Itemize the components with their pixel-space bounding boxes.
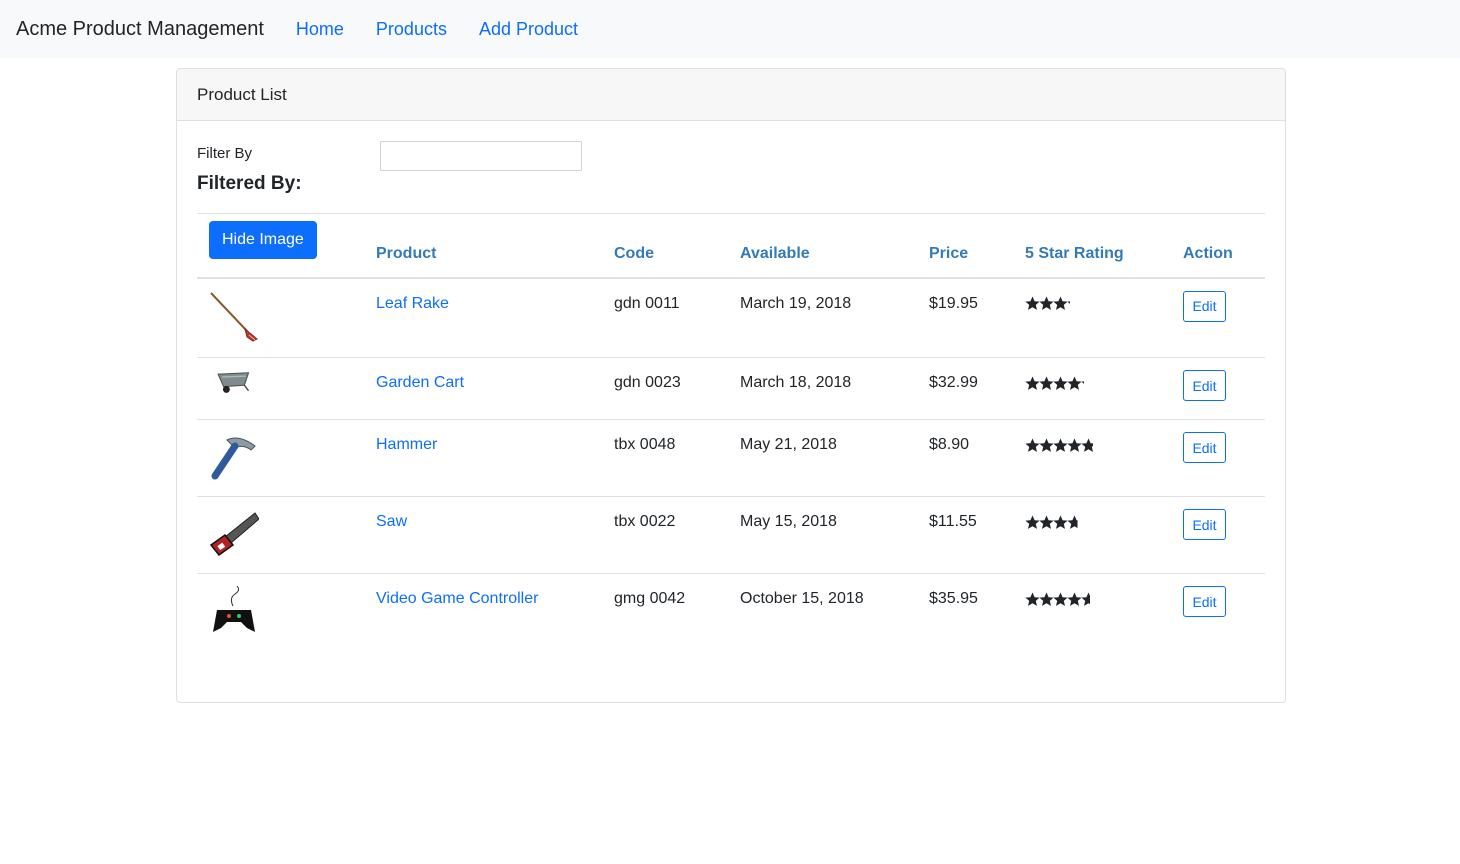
star-icon — [1039, 376, 1054, 390]
edit-button[interactable]: Edit — [1183, 370, 1226, 401]
star-icon — [1053, 515, 1068, 529]
table-row: Saw tbx 0022 May 15, 2018 $11.55 Edit — [197, 497, 1265, 574]
product-image-cell — [197, 497, 364, 574]
product-image-cell — [197, 574, 364, 654]
card-title: Product List — [197, 84, 287, 104]
nav-link-add-product[interactable]: Add Product — [463, 19, 594, 40]
product-code: tbx 0048 — [614, 436, 676, 453]
product-link[interactable]: Hammer — [376, 436, 437, 453]
product-code: gmg 0042 — [614, 590, 686, 607]
card-header: Product List — [177, 69, 1285, 121]
leaf-rake-icon — [210, 291, 258, 342]
edit-button[interactable]: Edit — [1183, 290, 1226, 322]
star-icon — [1067, 515, 1078, 529]
product-price: $35.95 — [929, 590, 978, 607]
product-price: $8.90 — [929, 436, 970, 453]
star-icon — [1053, 438, 1068, 452]
game-controller-icon — [213, 586, 255, 632]
star-icon — [1053, 296, 1068, 310]
star-rating — [1025, 374, 1095, 392]
star-icon — [1025, 438, 1040, 452]
filter-label: Filter By — [197, 145, 253, 162]
product-price: $11.55 — [929, 513, 977, 530]
product-image-cell — [197, 420, 364, 497]
star-icon — [1067, 301, 1070, 310]
product-code: gdn 0023 — [614, 374, 681, 391]
header-available[interactable]: Available — [728, 214, 917, 278]
product-code: tbx 0022 — [614, 513, 676, 530]
product-available: May 15, 2018 — [740, 513, 837, 530]
saw-icon — [209, 512, 259, 557]
filter-input[interactable] — [380, 141, 582, 171]
table-row: Leaf Rake gdn 0011 March 19, 2018 $19.95… — [197, 278, 1265, 358]
navbar: Acme Product Management Home Products Ad… — [0, 0, 1460, 58]
star-rating — [1025, 590, 1095, 608]
product-price: $32.99 — [929, 374, 978, 391]
product-link[interactable]: Video Game Controller — [376, 590, 538, 607]
product-code: gdn 0011 — [614, 294, 680, 312]
star-icon — [1039, 592, 1054, 606]
filtered-by-heading: Filtered By: — [197, 173, 302, 194]
product-available: May 21, 2018 — [740, 436, 837, 453]
table-row: Hammer tbx 0048 May 21, 2018 $8.90 Edit — [197, 420, 1265, 497]
product-link[interactable]: Garden Cart — [376, 374, 464, 391]
star-icon — [1053, 376, 1068, 390]
table-row: Garden Cart gdn 0023 March 18, 2018 $32.… — [197, 358, 1265, 420]
star-icon — [1081, 438, 1093, 452]
product-link[interactable]: Leaf Rake — [376, 295, 449, 312]
edit-button[interactable]: Edit — [1183, 586, 1226, 617]
table-header-row: Hide Image Product Code Available Price … — [197, 213, 1265, 278]
edit-button[interactable]: Edit — [1183, 432, 1226, 463]
star-icon — [1025, 592, 1040, 606]
garden-cart-icon — [217, 372, 250, 393]
image-column-header: Hide Image — [197, 214, 364, 278]
star-icon — [1025, 515, 1040, 529]
star-icon — [1067, 376, 1082, 390]
header-price[interactable]: Price — [917, 214, 1013, 278]
star-rating — [1025, 436, 1095, 454]
star-rating — [1025, 295, 1081, 313]
product-image-cell — [197, 358, 364, 420]
brand: Acme Product Management — [16, 17, 264, 40]
edit-button[interactable]: Edit — [1183, 509, 1226, 540]
header-code[interactable]: Code — [602, 214, 728, 278]
star-icon — [1039, 515, 1054, 529]
star-rating — [1025, 513, 1081, 531]
product-available: October 15, 2018 — [740, 590, 864, 607]
star-icon — [1039, 296, 1054, 310]
star-icon — [1067, 592, 1082, 606]
product-available: March 18, 2018 — [740, 374, 852, 391]
table-row: Video Game Controller gmg 0042 October 1… — [197, 574, 1265, 654]
star-icon — [1025, 296, 1040, 310]
product-image-cell — [197, 278, 364, 358]
header-product[interactable]: Product — [364, 214, 602, 278]
star-icon — [1025, 376, 1040, 390]
star-icon — [1053, 592, 1068, 606]
star-icon — [1081, 380, 1084, 390]
nav-link-products[interactable]: Products — [360, 19, 463, 40]
product-list-card: Product List Filter By Filtered By: Hide… — [176, 68, 1286, 703]
nav-link-home[interactable]: Home — [280, 19, 360, 40]
star-icon — [1067, 438, 1082, 452]
header-action: Action — [1183, 244, 1233, 262]
product-table: Hide Image Product Code Available Price … — [197, 213, 1265, 654]
product-price: $19.95 — [929, 294, 978, 312]
star-icon — [1081, 592, 1090, 606]
product-available: March 19, 2018 — [740, 294, 852, 312]
star-icon — [1039, 438, 1054, 452]
hide-image-button[interactable]: Hide Image — [209, 221, 317, 260]
header-rating[interactable]: 5 Star Rating — [1013, 214, 1171, 278]
hammer-icon — [211, 437, 256, 480]
product-link[interactable]: Saw — [376, 513, 407, 530]
